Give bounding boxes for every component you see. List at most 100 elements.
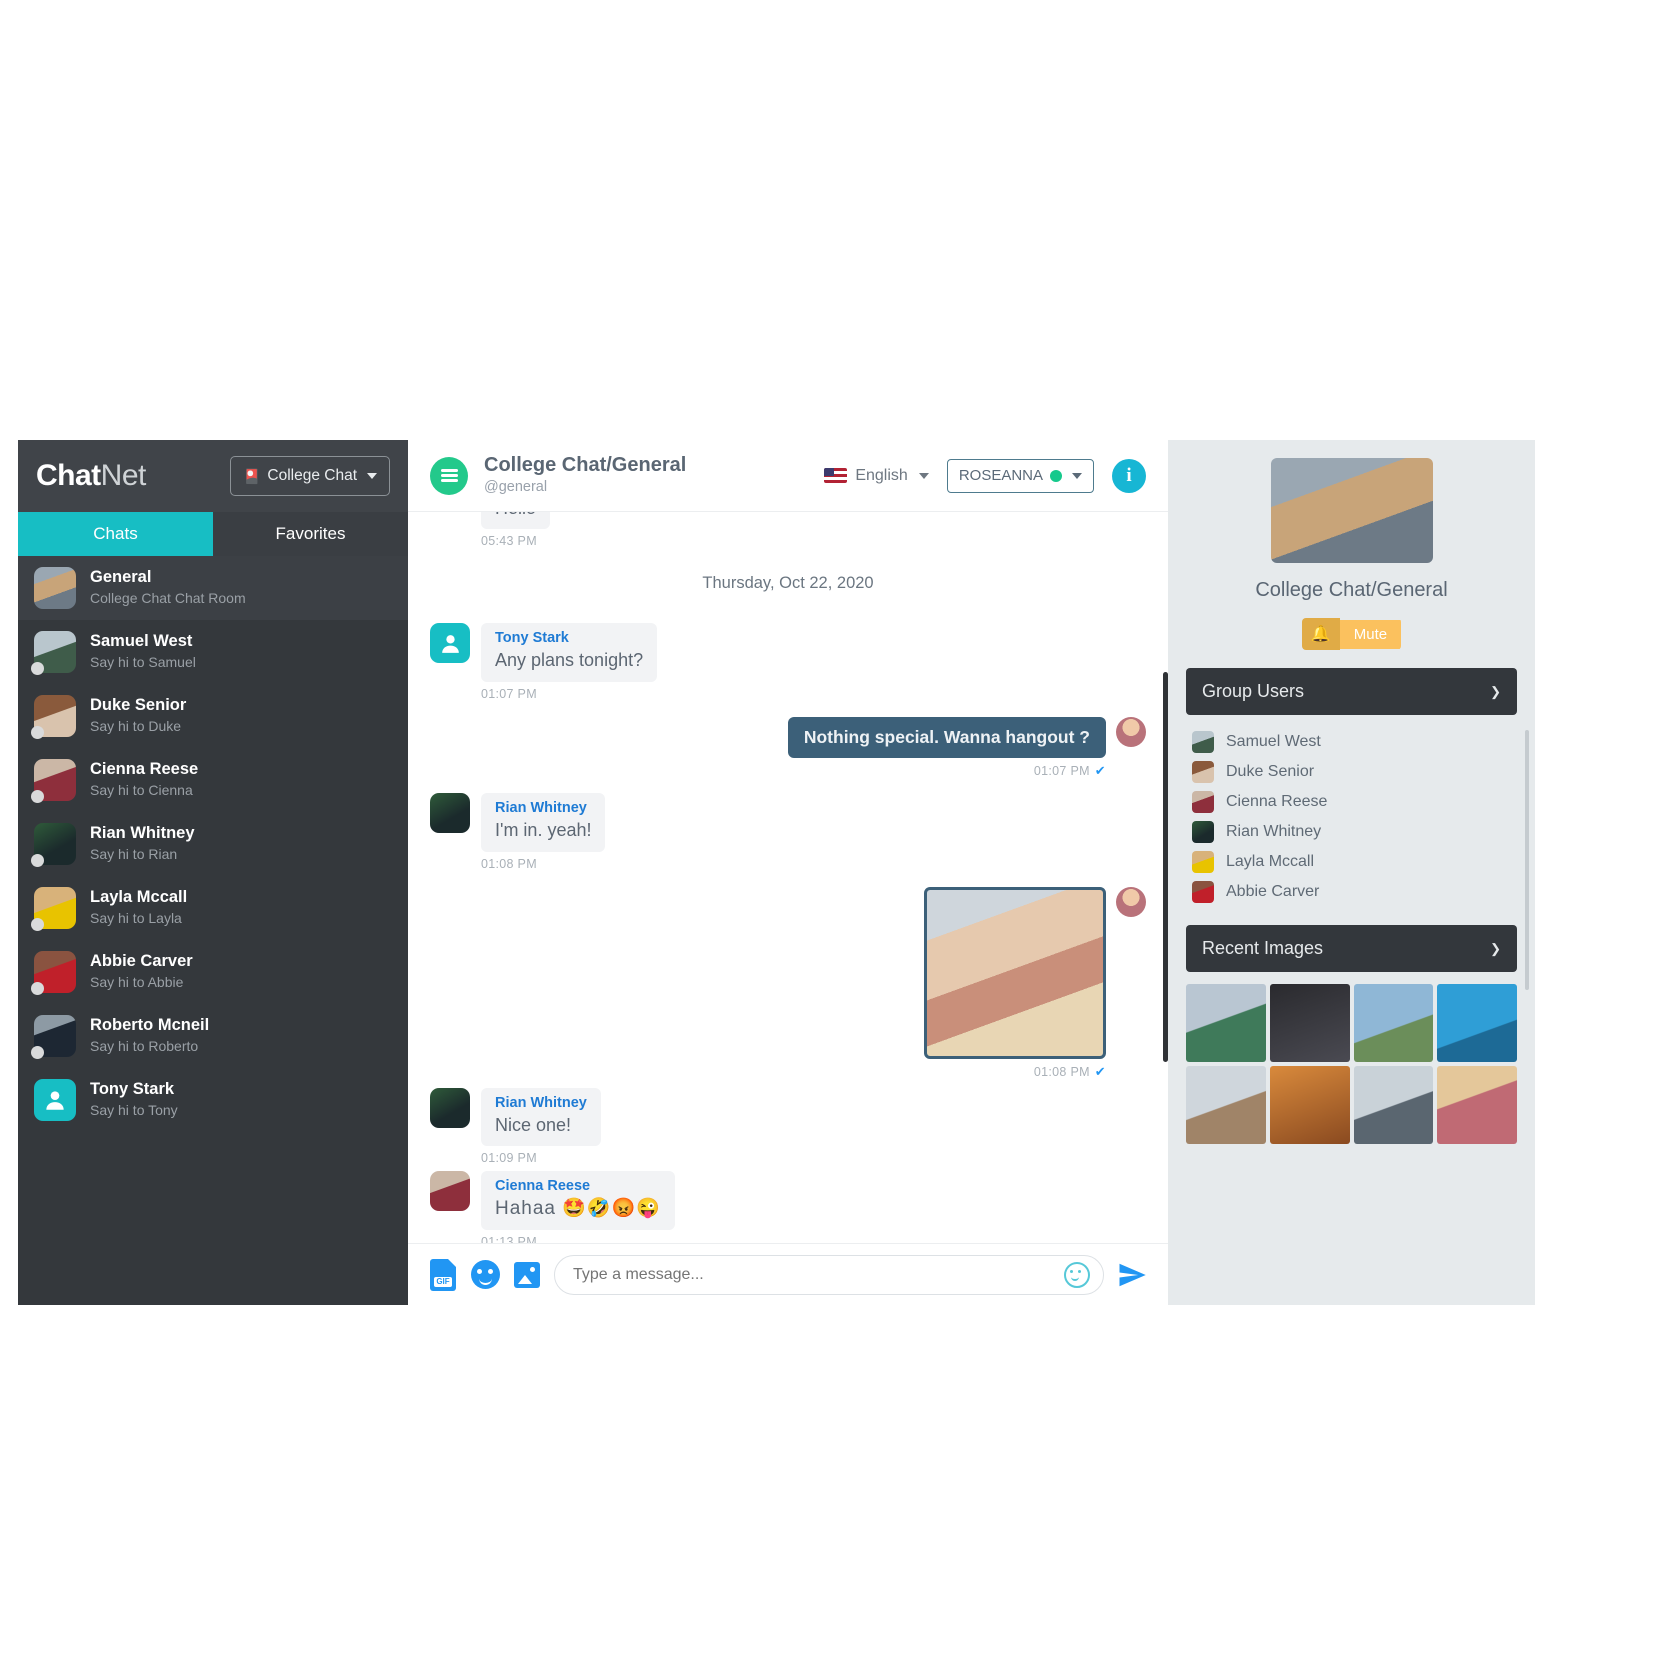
recent-image-thumb[interactable] — [1186, 1066, 1266, 1144]
recent-image-thumb[interactable] — [1353, 984, 1434, 1062]
emoji-icon[interactable] — [1064, 1261, 1090, 1288]
message-input-wrapper — [554, 1254, 1104, 1295]
chat-list-item[interactable]: Roberto Mcneil Say hi to Roberto — [18, 1004, 408, 1068]
chat-handle: @general — [484, 478, 548, 495]
user-menu[interactable]: ROSEANNA — [946, 458, 1094, 493]
chat-list-item[interactable]: Tony Stark Say hi to Tony — [18, 1068, 408, 1132]
message-time: 01:07 PM ✔ — [1034, 763, 1106, 779]
sidebar: ChatNet 🎴 College Chat Chats Favorites G… — [18, 440, 408, 1305]
chat-list-item[interactable]: General College Chat Chat Room — [18, 556, 408, 620]
chat-item-subtitle: Say hi to Roberto — [90, 1037, 199, 1054]
chat-panel: College Chat/General @general English RO… — [408, 440, 1168, 1305]
app-logo: ChatNet — [36, 459, 146, 493]
group-avatar — [1270, 458, 1433, 563]
tab-chats[interactable]: Chats — [18, 512, 213, 556]
recent-image-thumb[interactable] — [1437, 984, 1517, 1062]
chat-list-item[interactable]: Rian Whitney Say hi to Rian — [18, 812, 408, 876]
recent-image-thumb[interactable] — [1186, 984, 1266, 1062]
recent-images-grid[interactable] — [1186, 984, 1517, 1144]
avatar — [1192, 761, 1214, 783]
group-title: College Chat/General — [1255, 579, 1448, 601]
status-dot — [31, 982, 44, 995]
message-row: Nothing special. Wanna hangout ? 01:07 P… — [430, 716, 1146, 780]
chat-list-item[interactable]: Duke Senior Say hi to Duke — [18, 684, 408, 748]
info-icon[interactable]: i — [1112, 458, 1146, 493]
message-input[interactable] — [554, 1254, 1104, 1295]
avatar-wrapper — [31, 823, 76, 867]
message-time: 05:43 PM — [481, 534, 537, 549]
tab-favorites[interactable]: Favorites — [213, 512, 408, 556]
mute-button[interactable]: 🔔 Mute — [1301, 618, 1402, 650]
group-user-item[interactable]: Rian Whitney — [1192, 817, 1511, 847]
recent-images-section-header[interactable]: Recent Images ❯ — [1186, 925, 1517, 972]
avatar — [430, 1087, 470, 1128]
chat-item-name: Abbie Carver — [90, 952, 193, 971]
avatar — [430, 1170, 470, 1211]
group-user-item[interactable]: Cienna Reese — [1192, 787, 1511, 817]
sticker-smiley-icon[interactable] — [470, 1258, 500, 1292]
group-user-item[interactable]: Abbie Carver — [1192, 877, 1511, 907]
recent-image-thumb[interactable] — [1269, 984, 1350, 1062]
message-bubble-outgoing: Nothing special. Wanna hangout ? — [787, 716, 1106, 759]
message-bubble: Rian Whitney I'm in. yeah! — [481, 793, 606, 852]
group-user-item[interactable]: Layla Mccall — [1192, 847, 1511, 877]
chat-list-item[interactable]: Abbie Carver Say hi to Abbie — [18, 940, 408, 1004]
chevron-down-icon: ❯ — [1490, 940, 1501, 956]
chat-item-name: Roberto Mcneil — [90, 1016, 210, 1035]
panel-scrollbar[interactable] — [1525, 730, 1529, 990]
chat-item-name: General — [90, 568, 152, 587]
hamburger-icon[interactable] — [430, 456, 468, 495]
avatar — [1116, 716, 1146, 747]
status-dot — [31, 662, 44, 675]
message-list[interactable]: Hello 05:43 PM Thursday, Oct 22, 2020 To… — [408, 512, 1168, 1243]
message-time: 01:07 PM — [481, 686, 537, 701]
avatar-wrapper — [31, 631, 76, 675]
message-text: I'm in. yeah! — [495, 820, 592, 841]
avatar-wrapper — [31, 695, 76, 739]
chat-rooms-icon: 🎴 — [242, 468, 261, 484]
recent-image-thumb[interactable] — [1353, 1066, 1434, 1144]
recent-image-thumb[interactable] — [1269, 1066, 1350, 1144]
chat-item-name: Tony Stark — [90, 1080, 175, 1099]
chat-item-text: Layla Mccall Say hi to Layla — [90, 887, 187, 928]
chat-item-text: Duke Senior Say hi to Duke — [90, 695, 186, 736]
chevron-down-icon — [918, 472, 929, 479]
chat-item-text: Roberto Mcneil Say hi to Roberto — [90, 1015, 209, 1056]
avatar-wrapper — [31, 1015, 76, 1059]
avatar — [1192, 731, 1214, 753]
recent-image-thumb[interactable] — [1437, 1066, 1517, 1144]
group-user-name: Samuel West — [1226, 733, 1321, 750]
send-plane-icon[interactable] — [1116, 1260, 1148, 1290]
chat-list-item[interactable]: Cienna Reese Say hi to Cienna — [18, 748, 408, 812]
avatar — [1192, 791, 1214, 813]
group-user-name: Duke Senior — [1226, 763, 1315, 780]
room-selector-label: College Chat — [267, 467, 357, 484]
group-users-list[interactable]: Samuel West Duke Senior Cienna Reese Rian W… — [1186, 715, 1517, 907]
chat-item-name: Duke Senior — [90, 696, 187, 715]
chat-item-text: General College Chat Chat Room — [90, 567, 246, 608]
message-sender: Rian Whitney — [495, 800, 587, 817]
chat-list[interactable]: General College Chat Chat Room Samuel West… — [18, 556, 408, 1305]
chat-item-text: Samuel West Say hi to Samuel — [90, 631, 196, 672]
message-sender: Rian Whitney — [495, 1094, 587, 1111]
message-row: 01:08 PM ✔ — [430, 886, 1146, 1080]
image-attach-icon[interactable] — [512, 1258, 542, 1292]
message-sender: Cienna Reese — [495, 1177, 591, 1194]
user-placeholder-icon — [430, 623, 470, 664]
group-user-name: Abbie Carver — [1226, 883, 1320, 900]
avatar — [1192, 851, 1214, 873]
language-selector[interactable]: English — [824, 467, 929, 485]
chat-item-name: Cienna Reese — [90, 760, 199, 779]
chat-list-item[interactable]: Samuel West Say hi to Samuel — [18, 620, 408, 684]
gif-file-icon[interactable]: GIF — [428, 1258, 458, 1292]
chat-item-subtitle: Say hi to Duke — [90, 717, 182, 734]
group-user-item[interactable]: Duke Senior — [1192, 757, 1511, 787]
chat-item-name: Rian Whitney — [90, 824, 195, 843]
chat-list-item[interactable]: Layla Mccall Say hi to Layla — [18, 876, 408, 940]
group-users-section-header[interactable]: Group Users ❯ — [1186, 668, 1517, 715]
chat-item-subtitle: Say hi to Tony — [90, 1101, 178, 1118]
group-user-item[interactable]: Samuel West — [1192, 727, 1511, 757]
room-selector[interactable]: 🎴 College Chat — [229, 456, 390, 496]
chat-header: College Chat/General @general English RO… — [408, 440, 1168, 512]
message-image[interactable] — [924, 886, 1106, 1059]
